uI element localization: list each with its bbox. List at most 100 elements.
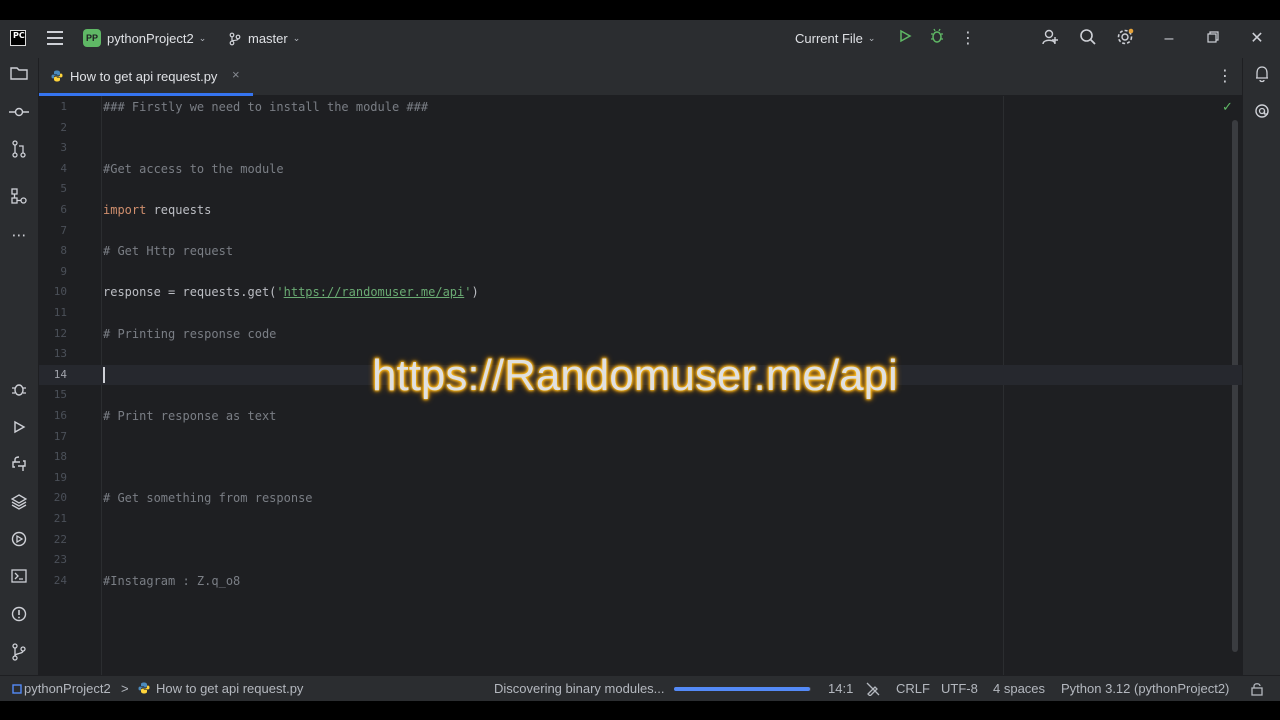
close-icon[interactable]: ✕: [1246, 28, 1268, 50]
debug-icon[interactable]: [926, 28, 948, 50]
left-tool-window-bar: ⋯: [0, 58, 39, 675]
code-line[interactable]: 24 #Instagram : Z.q_o8: [39, 571, 1242, 591]
tab-label: How to get api request.py: [70, 69, 218, 84]
code-text: #Instagram : Z.q_o8: [103, 574, 240, 588]
line-number: 5: [60, 182, 67, 196]
code-line[interactable]: 21: [39, 509, 1242, 529]
structure-icon[interactable]: [8, 188, 30, 210]
add-user-icon[interactable]: [1039, 28, 1061, 50]
line-number: 22: [53, 532, 67, 546]
more-vertical-icon[interactable]: ⋮: [1217, 66, 1233, 86]
code-line[interactable]: 9: [39, 262, 1242, 282]
code-line[interactable]: 18: [39, 447, 1242, 467]
video-caption-overlay: https://Randomuser.me/api: [372, 351, 898, 400]
code-text: # Print response as text: [103, 409, 276, 423]
search-icon[interactable]: [1077, 28, 1099, 50]
code-line[interactable]: 3: [39, 138, 1242, 158]
line-number: 14: [53, 367, 67, 381]
branch-selector[interactable]: master ⌄: [228, 31, 300, 46]
code-token: import: [103, 203, 147, 217]
close-tab-icon[interactable]: ×: [232, 67, 240, 82]
terminal-icon[interactable]: [8, 568, 30, 590]
code-line[interactable]: 11: [39, 303, 1242, 323]
file-encoding[interactable]: UTF-8: [941, 681, 978, 696]
read-only-toggle-icon[interactable]: [1250, 682, 1264, 696]
run-icon[interactable]: [8, 419, 30, 441]
code-token: ': [276, 285, 284, 300]
line-separator[interactable]: CRLF: [896, 681, 930, 696]
code-line[interactable]: 10 response = requests.get('https://rando…: [39, 282, 1242, 302]
breadcrumb-file[interactable]: How to get api request.py: [156, 681, 303, 696]
code-line[interactable]: 22: [39, 530, 1242, 550]
no-ai-completion-icon[interactable]: [866, 682, 880, 696]
chevron-down-icon: ⌄: [198, 33, 207, 43]
breadcrumb-project[interactable]: pythonProject2: [24, 681, 111, 696]
code-line[interactable]: 5: [39, 179, 1242, 199]
minimize-icon[interactable]: –: [1158, 28, 1180, 50]
run-icon[interactable]: [894, 28, 916, 50]
code-line[interactable]: 7: [39, 221, 1242, 241]
ai-assistant-icon[interactable]: [1251, 103, 1273, 125]
code-token: ### Firstly we need to install the modul…: [103, 100, 429, 114]
code-line[interactable]: 12 # Printing response code: [39, 324, 1242, 344]
pull-requests-icon[interactable]: [8, 140, 30, 162]
code-text: # Printing response code: [103, 327, 276, 341]
line-number: 12: [53, 326, 67, 340]
line-number: 1: [60, 100, 67, 113]
code-token: # Printing response code: [103, 326, 277, 341]
code-line[interactable]: 2: [39, 118, 1242, 138]
run-config-label: Current File: [795, 31, 863, 46]
code-line[interactable]: 4 #Get access to the module: [39, 159, 1242, 179]
line-number: 2: [60, 120, 67, 134]
background-task-progress: [674, 687, 811, 691]
code-line[interactable]: 23: [39, 550, 1242, 570]
code-line[interactable]: 1 ### Firstly we need to install the modu…: [39, 97, 1242, 117]
hamburger-menu-icon[interactable]: [47, 31, 63, 45]
line-number: 6: [60, 203, 67, 216]
commit-icon[interactable]: [8, 103, 30, 125]
code-text: #Get access to the module: [103, 162, 284, 176]
project-folder-icon[interactable]: [8, 65, 30, 87]
more-vertical-icon[interactable]: ⋮: [957, 28, 979, 50]
line-number: 24: [53, 573, 67, 587]
git-icon[interactable]: [8, 643, 30, 665]
restore-icon[interactable]: [1202, 28, 1224, 50]
caret-position[interactable]: 14:1: [828, 681, 853, 696]
line-number: 20: [53, 491, 67, 505]
code-line[interactable]: 8 # Get Http request: [39, 241, 1242, 261]
tab-how-to-get-api-request[interactable]: How to get api request.py ×: [39, 58, 253, 96]
code-text: import requests: [103, 203, 211, 217]
notifications-icon[interactable]: [1251, 65, 1273, 87]
project-badge[interactable]: PP: [83, 29, 101, 47]
background-task-label[interactable]: Discovering binary modules...: [494, 681, 665, 696]
line-number: 11: [53, 306, 67, 319]
project-selector[interactable]: pythonProject2 ⌄: [107, 31, 206, 46]
layers-icon[interactable]: [8, 494, 30, 516]
code-line[interactable]: 6 import requests: [39, 200, 1242, 220]
editor-tab-bar: How to get api request.py × ⋮: [39, 58, 1242, 96]
services-icon[interactable]: [8, 531, 30, 553]
line-number: 19: [53, 470, 67, 484]
run-config-selector[interactable]: Current File ⌄: [795, 31, 875, 46]
line-number: 13: [53, 347, 67, 361]
code-line[interactable]: 20 # Get something from response: [39, 488, 1242, 508]
line-number: 23: [53, 553, 67, 567]
problems-icon[interactable]: [8, 606, 30, 628]
right-tool-window-bar: [1242, 58, 1280, 675]
code-line[interactable]: 17: [39, 427, 1242, 447]
breadcrumb-separator: >: [121, 681, 129, 696]
python-console-icon[interactable]: [8, 456, 30, 478]
code-token: response = requests.get(: [103, 285, 277, 300]
indent-setting[interactable]: 4 spaces: [993, 681, 1045, 696]
line-number: 4: [60, 161, 67, 175]
line-number: 7: [60, 223, 67, 237]
code-token: # Print response as text: [103, 409, 277, 423]
line-number: 17: [53, 429, 67, 443]
more-icon[interactable]: ⋯: [8, 225, 30, 247]
python-interpreter[interactable]: Python 3.12 (pythonProject2): [1061, 681, 1229, 696]
code-line[interactable]: 19: [39, 468, 1242, 488]
settings-icon[interactable]: [1114, 28, 1136, 50]
code-line[interactable]: 16 # Print response as text: [39, 406, 1242, 426]
line-number: 8: [60, 244, 67, 258]
debug-icon[interactable]: [8, 381, 30, 403]
